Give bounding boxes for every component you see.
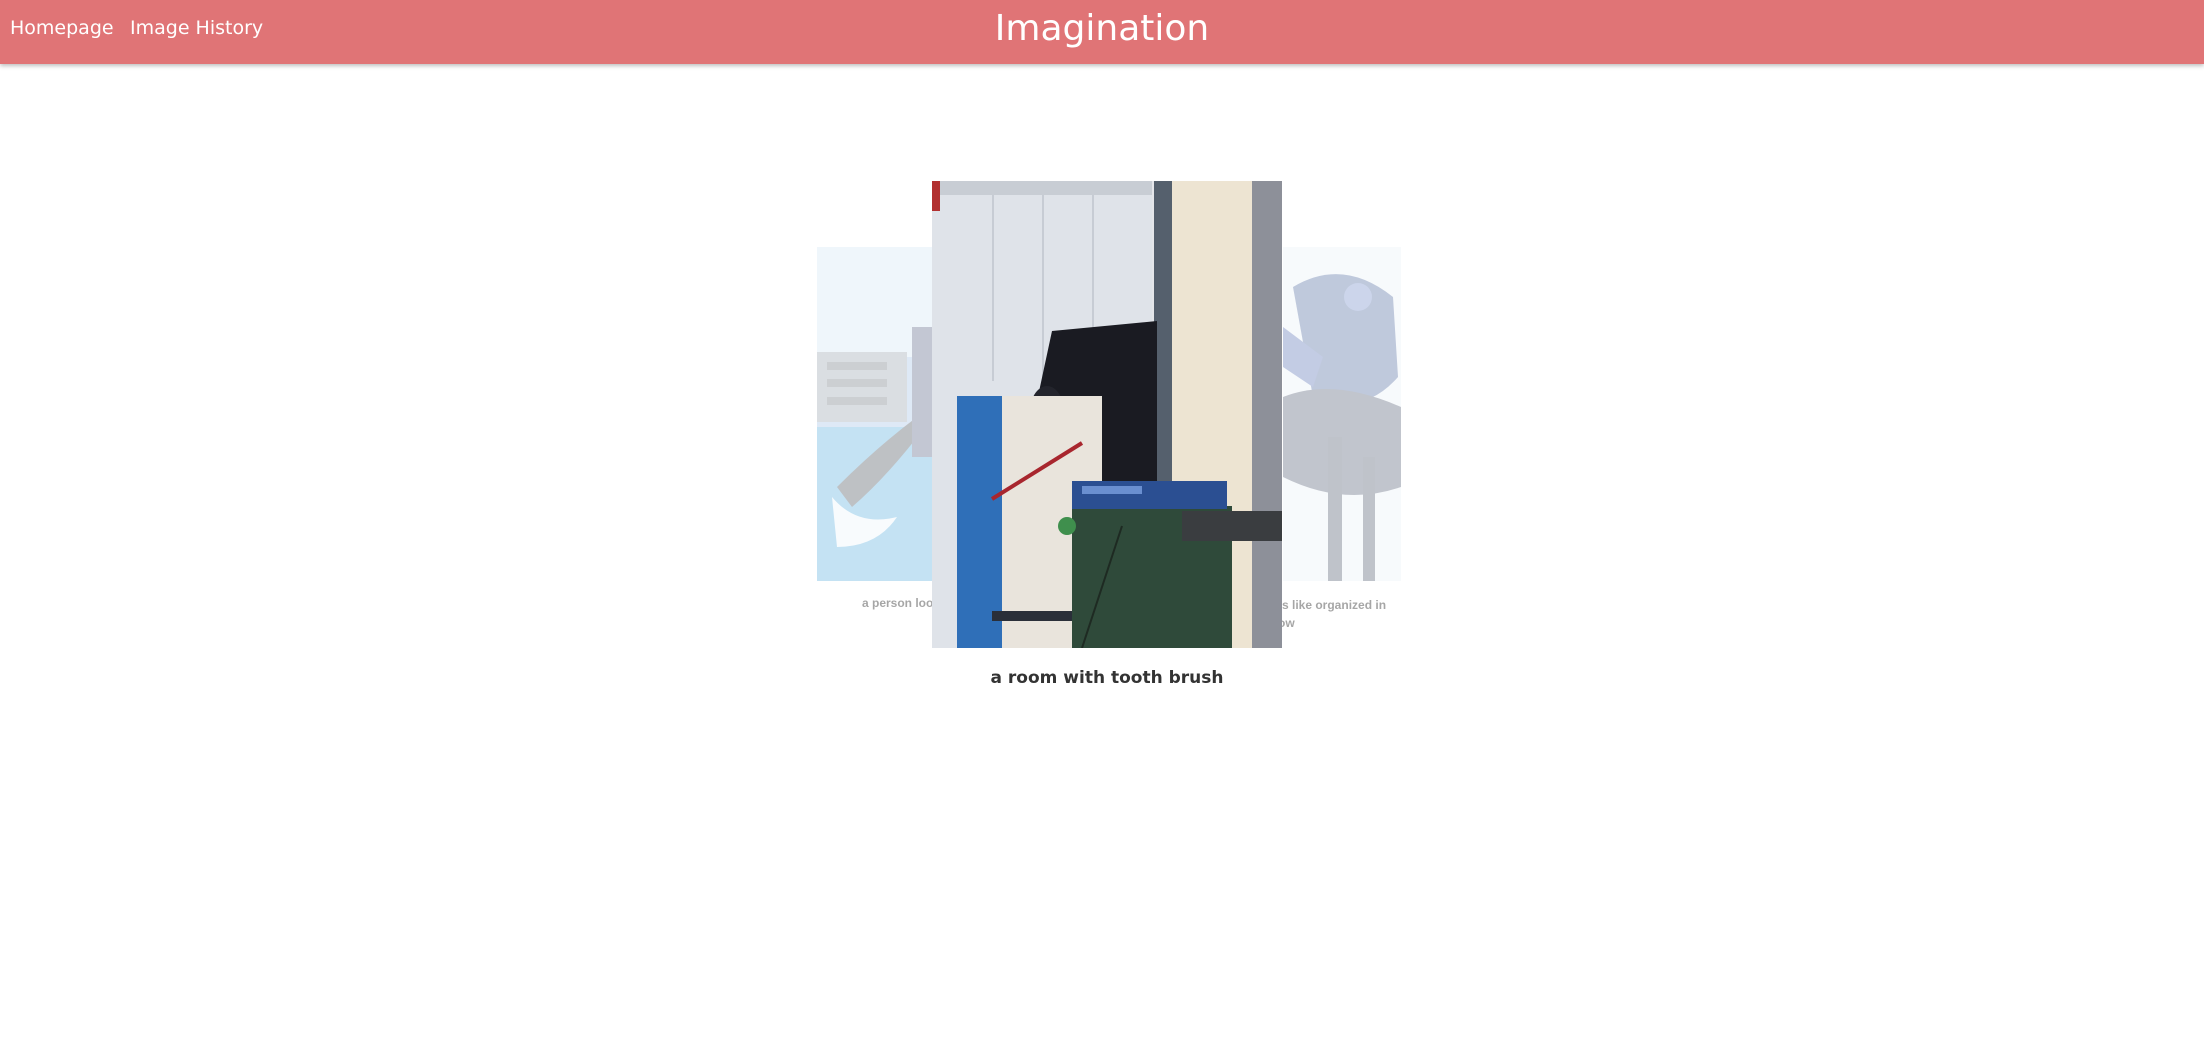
carousel-prev-image[interactable]	[817, 247, 935, 581]
carousel-next-caption: ts like organized in ow	[1278, 598, 1387, 630]
room-toothbrush-image	[932, 181, 1282, 648]
carousel-prev-arrow[interactable]	[760, 380, 810, 440]
motorcycles-image	[1283, 247, 1401, 581]
carousel-current-caption: a room with tooth brush	[990, 668, 1224, 688]
image-carousel: a person loo ts like organized in ow a r…	[0, 0, 2204, 1040]
carousel-prev-caption: a person loo	[862, 596, 932, 610]
carousel-next-image[interactable]	[1283, 247, 1401, 581]
carousel-current-image[interactable]	[932, 181, 1282, 648]
carousel-next-arrow[interactable]	[1410, 380, 1460, 440]
dolphin-pool-image	[817, 247, 935, 581]
